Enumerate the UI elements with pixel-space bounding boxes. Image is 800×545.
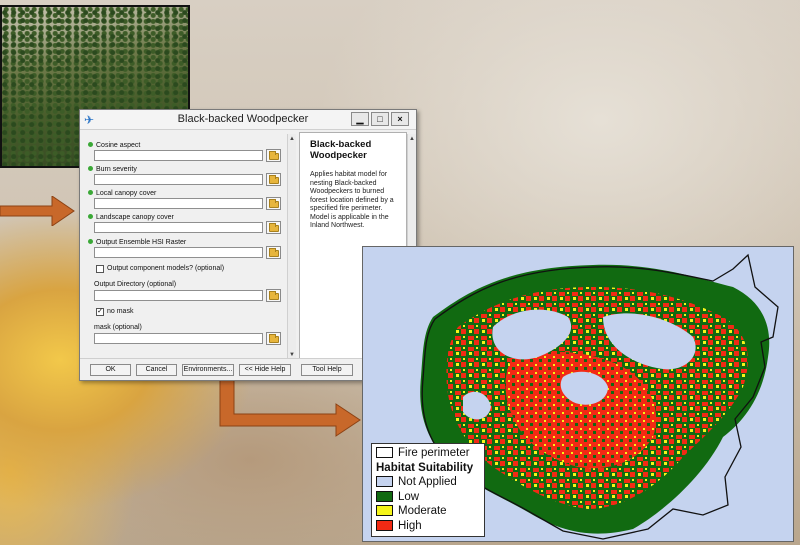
habitat-suitability-map: Fire perimeter Habitat Suitability Not A…	[362, 246, 794, 542]
required-dot-icon	[88, 190, 93, 195]
tool-help-button[interactable]: Tool Help	[301, 364, 353, 376]
dialog-title: Black-backed Woodpecker	[177, 113, 309, 125]
required-dot-icon	[88, 142, 93, 147]
cancel-button[interactable]: Cancel	[136, 364, 177, 376]
no-mask-label: no mask	[107, 308, 134, 315]
no-mask-checkbox[interactable]: ✓	[96, 308, 104, 316]
minimize-button[interactable]: ▁	[351, 112, 369, 126]
legend-row-moderate: Moderate	[376, 504, 480, 519]
hide-help-button[interactable]: << Hide Help	[239, 364, 291, 376]
browse-button-mask[interactable]	[266, 332, 281, 345]
map-legend: Fire perimeter Habitat Suitability Not A…	[371, 443, 485, 537]
landscape-canopy-input[interactable]	[94, 222, 263, 233]
field-label-text: Output Ensemble HSI Raster	[96, 239, 187, 246]
maximize-button[interactable]: □	[371, 112, 389, 126]
folder-icon	[269, 199, 279, 208]
browse-button-output-raster[interactable]	[266, 246, 281, 259]
browse-button-output-dir[interactable]	[266, 289, 281, 302]
field-label-output-dir: Output Directory (optional)	[94, 281, 177, 288]
scroll-up-icon[interactable]: ▲	[408, 135, 416, 143]
browse-button-cosine-aspect[interactable]	[266, 149, 281, 162]
cosine-aspect-input[interactable]	[94, 150, 263, 161]
scroll-up-icon[interactable]: ▲	[288, 135, 296, 143]
environments-button[interactable]: Environments...	[182, 364, 234, 376]
legend-label: Moderate	[398, 505, 447, 517]
output-dir-input[interactable]	[94, 290, 263, 301]
field-label-burn-severity: Burn severity	[88, 166, 137, 173]
legend-row-low: Low	[376, 490, 480, 505]
field-label-cosine-aspect: Cosine aspect	[88, 142, 140, 149]
field-label-text: Burn severity	[96, 166, 137, 173]
ok-button[interactable]: OK	[90, 364, 131, 376]
folder-icon	[269, 151, 279, 160]
close-button[interactable]: ×	[391, 112, 409, 126]
legend-swatch-low	[376, 490, 393, 502]
form-scrollbar[interactable]: ▲ ▼	[287, 134, 296, 360]
folder-icon	[269, 248, 279, 257]
legend-row-high: High	[376, 519, 480, 534]
field-label-text: Local canopy cover	[96, 190, 157, 197]
folder-icon	[269, 175, 279, 184]
required-dot-icon	[88, 214, 93, 219]
legend-swatch-moderate	[376, 505, 393, 516]
folder-icon	[269, 291, 279, 300]
field-label-mask: mask (optional)	[94, 324, 142, 331]
legend-swatch-high	[376, 519, 393, 531]
help-title: Black-backed Woodpecker	[310, 139, 372, 161]
local-canopy-input[interactable]	[94, 198, 263, 209]
folder-icon	[269, 223, 279, 232]
browse-button-burn-severity[interactable]	[266, 173, 281, 186]
legend-row-perimeter: Fire perimeter	[376, 446, 480, 461]
required-dot-icon	[88, 239, 93, 244]
browse-button-local-canopy[interactable]	[266, 197, 281, 210]
legend-label: Fire perimeter	[398, 447, 470, 459]
field-label-text: Landscape canopy cover	[96, 214, 174, 221]
mask-input[interactable]	[94, 333, 263, 344]
field-label-text: Cosine aspect	[96, 142, 141, 149]
flow-arrow-right	[0, 196, 76, 226]
field-label-local-canopy: Local canopy cover	[88, 190, 156, 197]
legend-row-not-applied: Not Applied	[376, 475, 480, 490]
legend-swatch-not-applied	[376, 476, 393, 487]
field-label-output-raster: Output Ensemble HSI Raster	[88, 239, 186, 246]
folder-icon	[269, 334, 279, 343]
required-dot-icon	[88, 166, 93, 171]
burn-severity-input[interactable]	[94, 174, 263, 185]
legend-label: Low	[398, 490, 420, 503]
dialog-titlebar[interactable]: ✈ Black-backed Woodpecker ▁ □ ×	[80, 110, 416, 130]
legend-label: Not Applied	[398, 476, 457, 488]
legend-heading: Habitat Suitability	[376, 461, 474, 474]
output-raster-input[interactable]	[94, 247, 263, 258]
help-description: Applies habitat model for nesting Black-…	[310, 171, 394, 229]
browse-button-landscape-canopy[interactable]	[266, 221, 281, 234]
legend-label: High	[398, 519, 422, 532]
flow-arrow-down-right	[218, 378, 362, 440]
output-components-checkbox[interactable]	[96, 265, 104, 273]
legend-swatch-perimeter	[376, 447, 393, 458]
field-label-landscape-canopy: Landscape canopy cover	[88, 214, 174, 221]
output-components-label: Output component models? (optional)	[107, 265, 225, 272]
